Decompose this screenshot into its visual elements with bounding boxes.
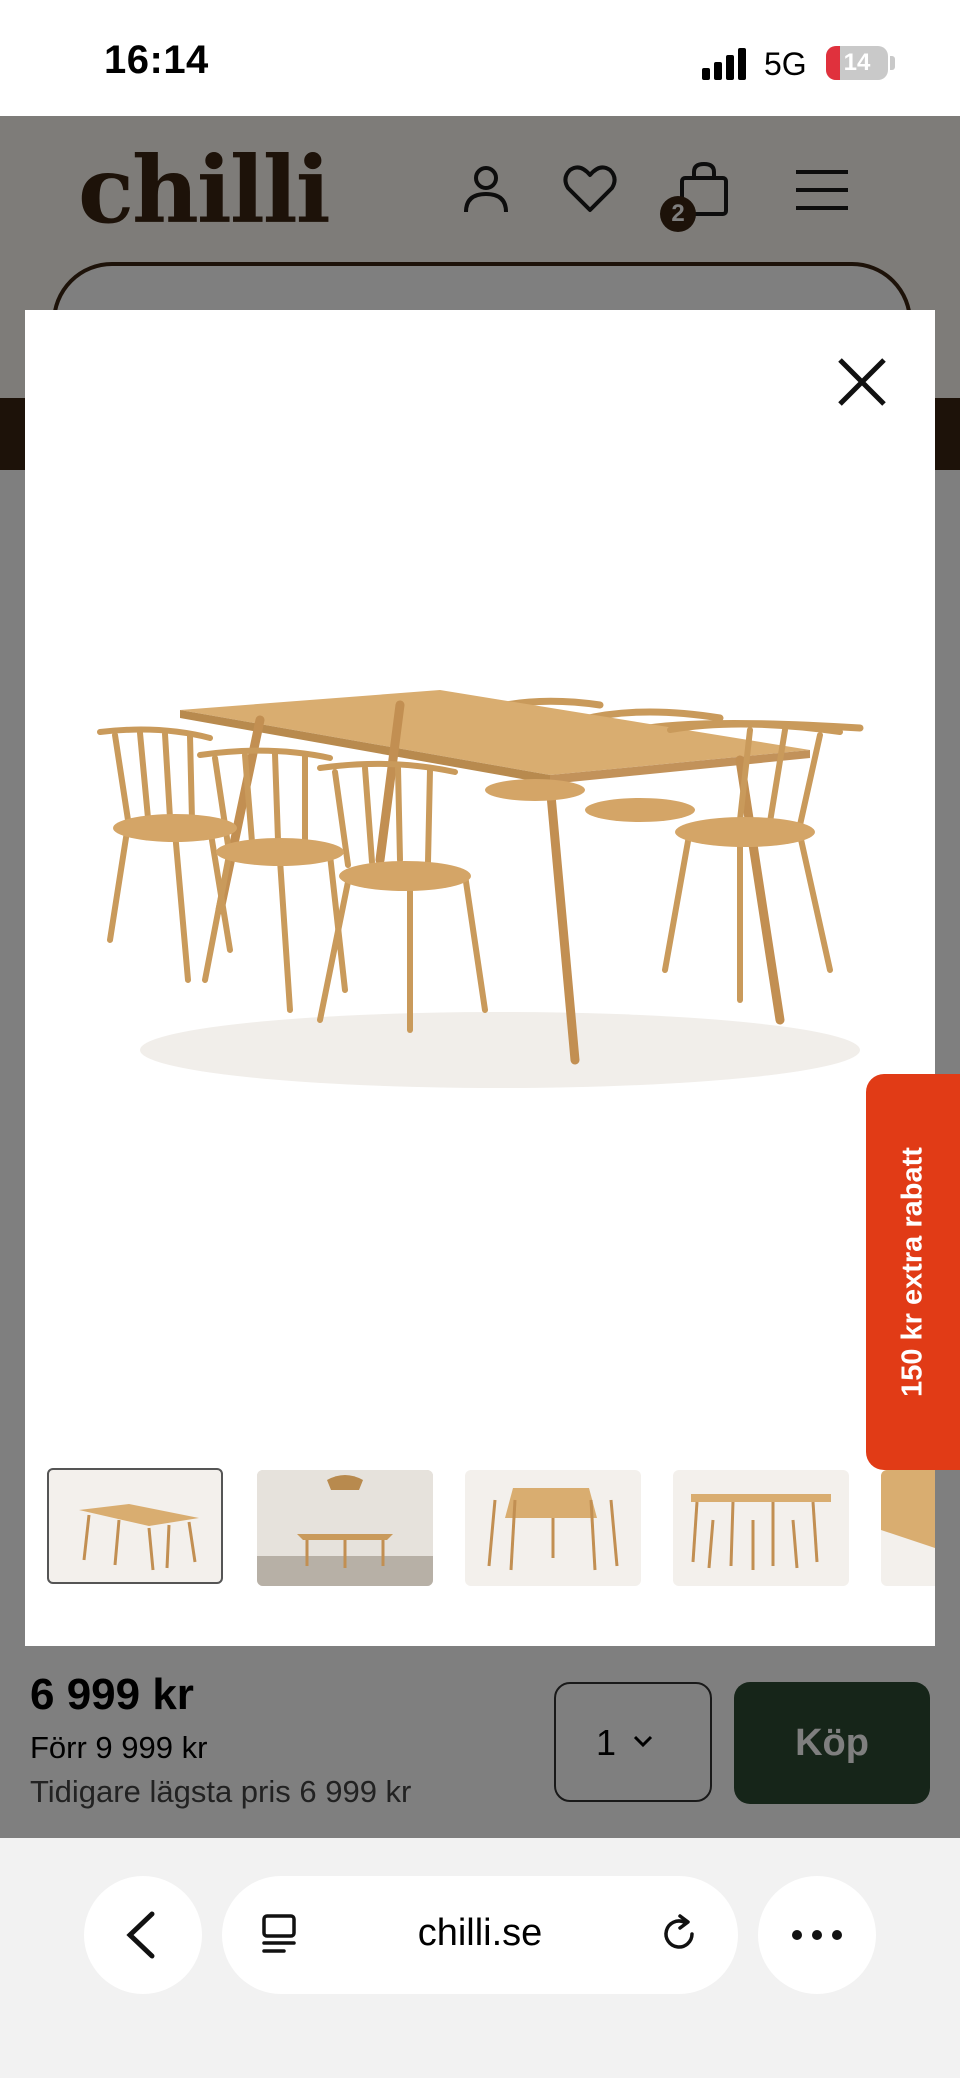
thumbnail-3[interactable]: [465, 1470, 641, 1586]
thumbnail-1[interactable]: [47, 1468, 223, 1584]
extra-discount-tab[interactable]: 150 kr extra rabatt: [866, 1074, 960, 1470]
address-bar[interactable]: chilli.se: [222, 1876, 738, 1994]
battery-tip: [890, 56, 895, 70]
thumbnail-2[interactable]: [257, 1470, 433, 1586]
close-icon[interactable]: [830, 350, 894, 414]
reload-icon[interactable]: [658, 1912, 702, 1956]
back-button[interactable]: [84, 1876, 202, 1994]
battery-icon: 14: [826, 46, 888, 80]
extra-discount-label: 150 kr extra rabatt: [896, 1147, 929, 1397]
product-image-dining-set: [97, 690, 864, 1088]
status-time: 16:14: [104, 38, 209, 82]
network-type: 5G: [764, 46, 807, 82]
more-dots-icon: [792, 1930, 842, 1940]
thumbnail-4[interactable]: [673, 1470, 849, 1586]
chevron-left-icon: [126, 1911, 155, 1959]
battery-level: 14: [843, 49, 871, 76]
more-options-button[interactable]: [758, 1876, 876, 1994]
signal-icon: [702, 48, 750, 80]
thumbnail-5[interactable]: [881, 1470, 935, 1586]
thumbnail-strip: [25, 1462, 935, 1594]
